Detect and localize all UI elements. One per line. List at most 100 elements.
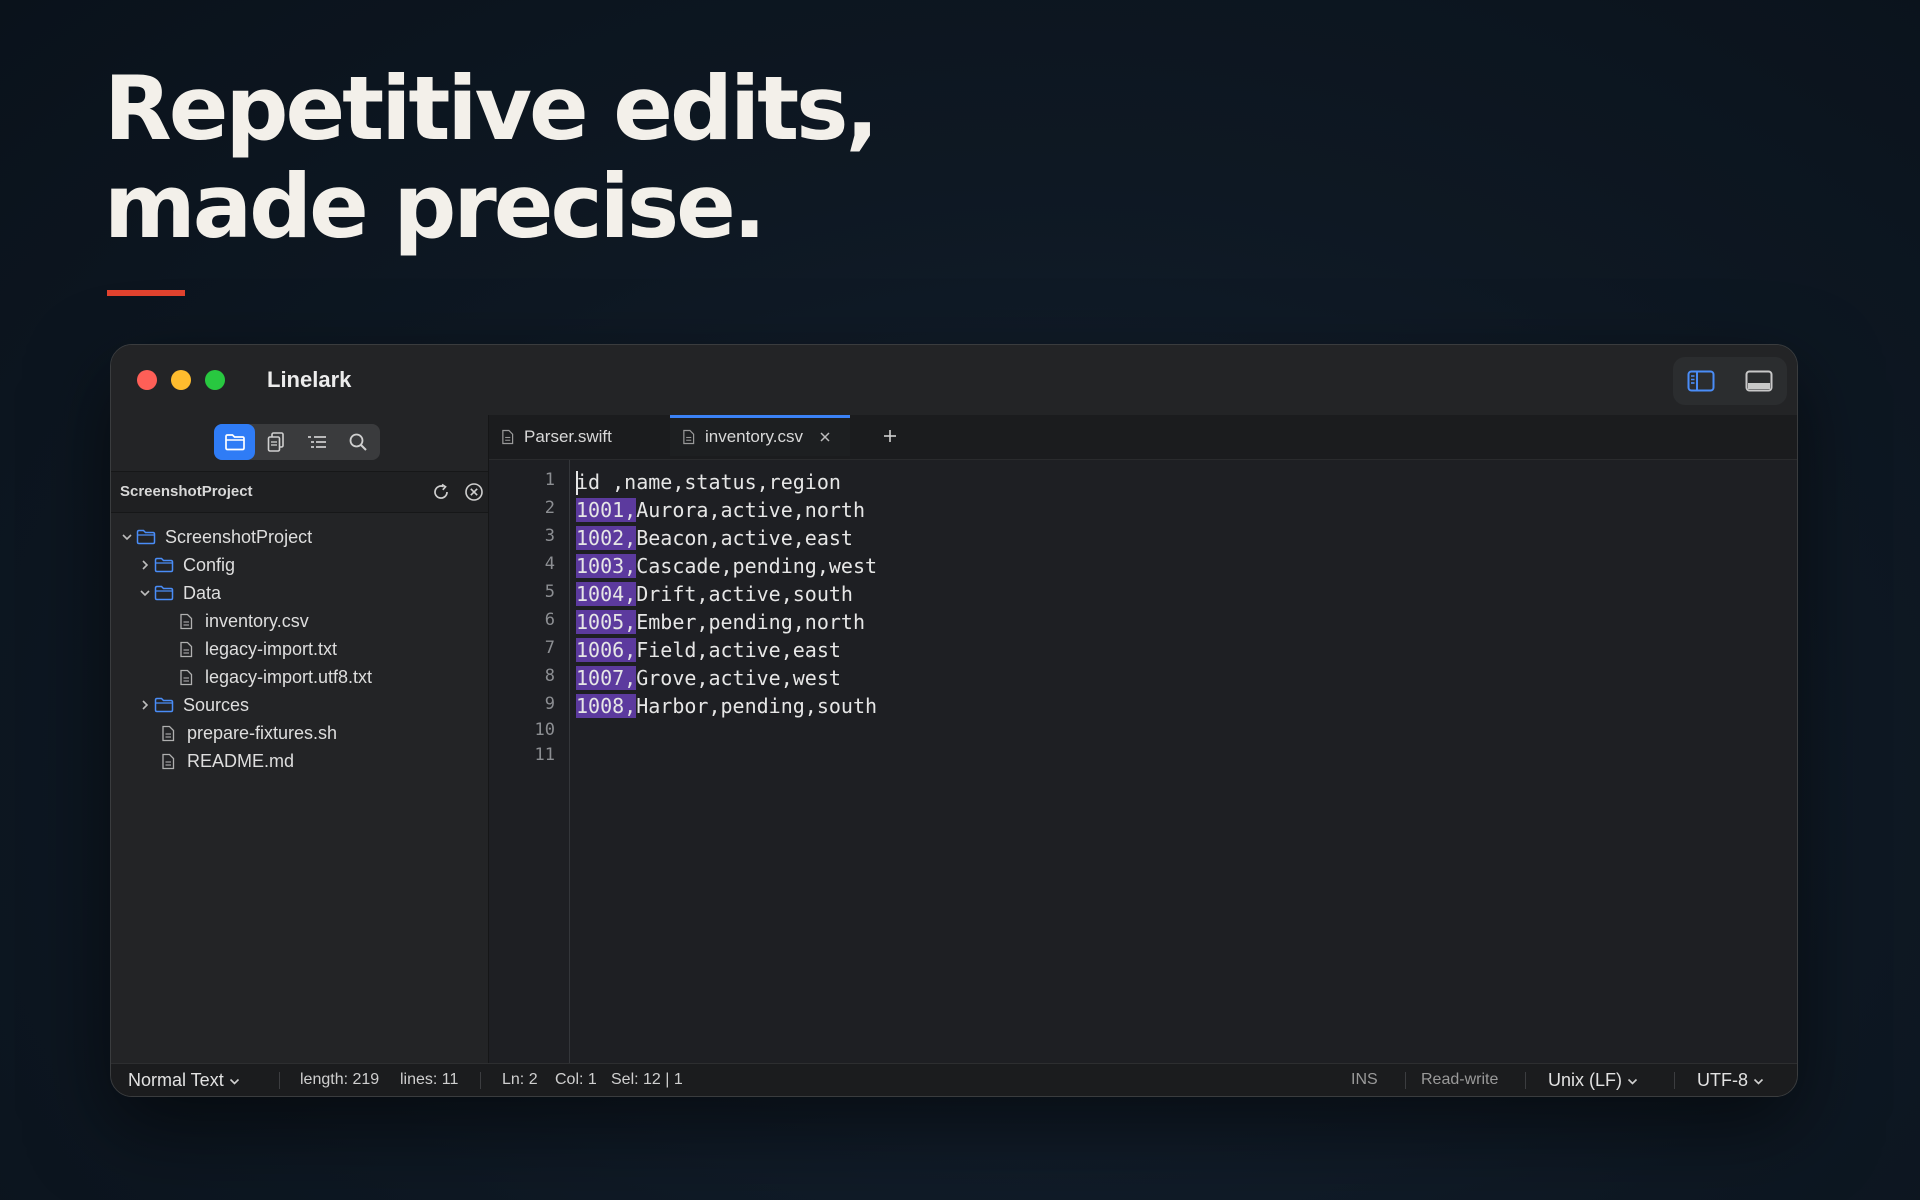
chevron-right-icon[interactable] — [137, 557, 153, 573]
close-circle-icon — [465, 483, 483, 501]
chevron-down-icon[interactable] — [119, 529, 135, 545]
chevron-down-icon[interactable] — [137, 585, 153, 601]
line-text: Drift,active,south — [636, 582, 853, 606]
tree-item-label: Data — [183, 582, 222, 603]
line-ending-dropdown[interactable]: Unix (LF) — [1548, 1070, 1638, 1091]
app-title: Linelark — [267, 367, 352, 392]
tree-item-label: prepare-fixtures.sh — [187, 722, 338, 743]
divider — [1674, 1072, 1675, 1089]
tree-item-label: Sources — [183, 694, 250, 715]
close-window-button[interactable] — [137, 370, 157, 390]
file-icon — [175, 640, 197, 658]
line-text: Beacon,active,east — [636, 526, 853, 550]
line-text: id ,name,status,region — [576, 470, 841, 494]
tree-item[interactable]: prepare-fixtures.sh — [111, 719, 488, 747]
line-text: Cascade,pending,west — [636, 554, 878, 578]
line-text: Aurora,active,north — [636, 498, 865, 522]
file-icon — [175, 668, 197, 686]
project-title: ScreenshotProject — [120, 483, 253, 500]
sidebar-tab-group — [214, 424, 380, 460]
sidebar-tab-files[interactable] — [214, 424, 255, 460]
line-number: 4 — [544, 554, 555, 574]
title-toolbar — [1673, 357, 1787, 405]
encoding-dropdown[interactable]: UTF-8 — [1697, 1070, 1764, 1091]
code-line: 1002, Beacon,active,east — [576, 524, 853, 552]
tab-label: inventory.csv — [705, 427, 803, 446]
folder-icon — [153, 556, 175, 574]
refresh-icon — [434, 483, 448, 499]
line-text: Ember,pending,north — [636, 610, 865, 634]
status-bar: Normal Text length: 219 lines: 11 Ln: 2 … — [111, 1063, 1797, 1096]
chevron-down-icon — [1627, 1078, 1638, 1085]
documents-icon — [267, 432, 284, 452]
selection-span: 1001, — [576, 498, 637, 522]
code-line: 1003, Cascade,pending,west — [576, 552, 877, 580]
code-line: 1004, Drift,active,south — [576, 580, 853, 608]
new-tab-button[interactable] — [877, 423, 903, 449]
tab-parser-swift[interactable]: Parser.swift — [501, 415, 661, 459]
tree-item[interactable]: README.md — [111, 747, 488, 775]
sidebar: ScreenshotProject ScreenshotProject Conf… — [111, 415, 489, 1064]
file-icon — [157, 724, 179, 742]
syntax-mode-label: Normal Text — [128, 1070, 224, 1090]
tree-item[interactable]: Config — [111, 551, 488, 579]
sidebar-toggle-button[interactable] — [1681, 365, 1721, 397]
line-number: 1 — [544, 470, 555, 490]
hero-line-2: made precise. — [104, 155, 766, 258]
code-line: 1007, Grove,active,west — [576, 664, 841, 692]
tree-item[interactable]: inventory.csv — [111, 607, 488, 635]
insert-mode-toggle[interactable]: INS — [1351, 1071, 1378, 1089]
access-mode-toggle[interactable]: Read-write — [1421, 1071, 1498, 1089]
tree-item[interactable]: legacy-import.utf8.txt — [111, 663, 488, 691]
code-editor[interactable]: 1 2 3 4 5 6 7 8 9 10 11 id ,name,status,… — [489, 460, 1797, 1064]
encoding-label: UTF-8 — [1697, 1070, 1748, 1090]
search-icon — [349, 433, 367, 451]
selection-span: 1005, — [576, 610, 637, 634]
file-icon — [175, 612, 197, 630]
accent-bar — [107, 290, 185, 296]
tree-item[interactable]: legacy-import.txt — [111, 635, 488, 663]
zoom-window-button[interactable] — [205, 370, 225, 390]
selection-span: 1003, — [576, 554, 637, 578]
minimize-window-button[interactable] — [171, 370, 191, 390]
tree-item[interactable]: ScreenshotProject — [111, 523, 488, 551]
tree-item[interactable]: Sources — [111, 691, 488, 719]
plus-icon — [884, 430, 896, 442]
syntax-mode-dropdown[interactable]: Normal Text — [128, 1070, 240, 1091]
tab-inventory-csv[interactable]: inventory.csv — [670, 415, 850, 456]
selection-span: 1007, — [576, 666, 637, 690]
chevron-down-icon — [229, 1078, 239, 1085]
line-number: 10 — [534, 720, 555, 740]
close-tab-icon[interactable] — [819, 431, 831, 443]
outline-icon — [307, 436, 326, 448]
file-icon — [682, 429, 695, 445]
tree-item[interactable]: Data — [111, 579, 488, 607]
sidebar-tab-documents[interactable] — [255, 424, 296, 460]
hero-line-1: Repetitive edits, — [104, 57, 879, 160]
line-text: Harbor,pending,south — [636, 694, 878, 718]
line-readout: Ln: 2 — [502, 1071, 538, 1088]
sidebar-tab-search[interactable] — [337, 424, 378, 460]
tree-item-label: inventory.csv — [205, 610, 309, 631]
length-readout: length: 219 — [300, 1071, 380, 1088]
chevron-down-icon — [1753, 1078, 1764, 1085]
line-number: 8 — [544, 666, 555, 686]
selection-span: 1004, — [576, 582, 637, 606]
lines-readout: lines: 11 — [400, 1071, 459, 1088]
line-text: Field,active,east — [636, 638, 841, 662]
sidebar-tab-outline[interactable] — [296, 424, 337, 460]
refresh-button[interactable] — [430, 481, 452, 503]
chevron-right-icon[interactable] — [137, 697, 153, 713]
code-line: 1006, Field,active,east — [576, 636, 841, 664]
panel-toggle-button[interactable] — [1739, 365, 1779, 397]
tree-item-label: Config — [183, 554, 236, 575]
tree-item-label: legacy-import.utf8.txt — [205, 666, 373, 687]
selection-span: 1002, — [576, 526, 637, 550]
line-ending-label: Unix (LF) — [1548, 1070, 1623, 1090]
folder-icon — [153, 584, 175, 602]
folder-icon — [224, 434, 245, 451]
divider — [1525, 1072, 1526, 1089]
close-project-button[interactable] — [463, 481, 485, 503]
divider — [279, 1072, 280, 1089]
line-number: 7 — [544, 638, 555, 658]
